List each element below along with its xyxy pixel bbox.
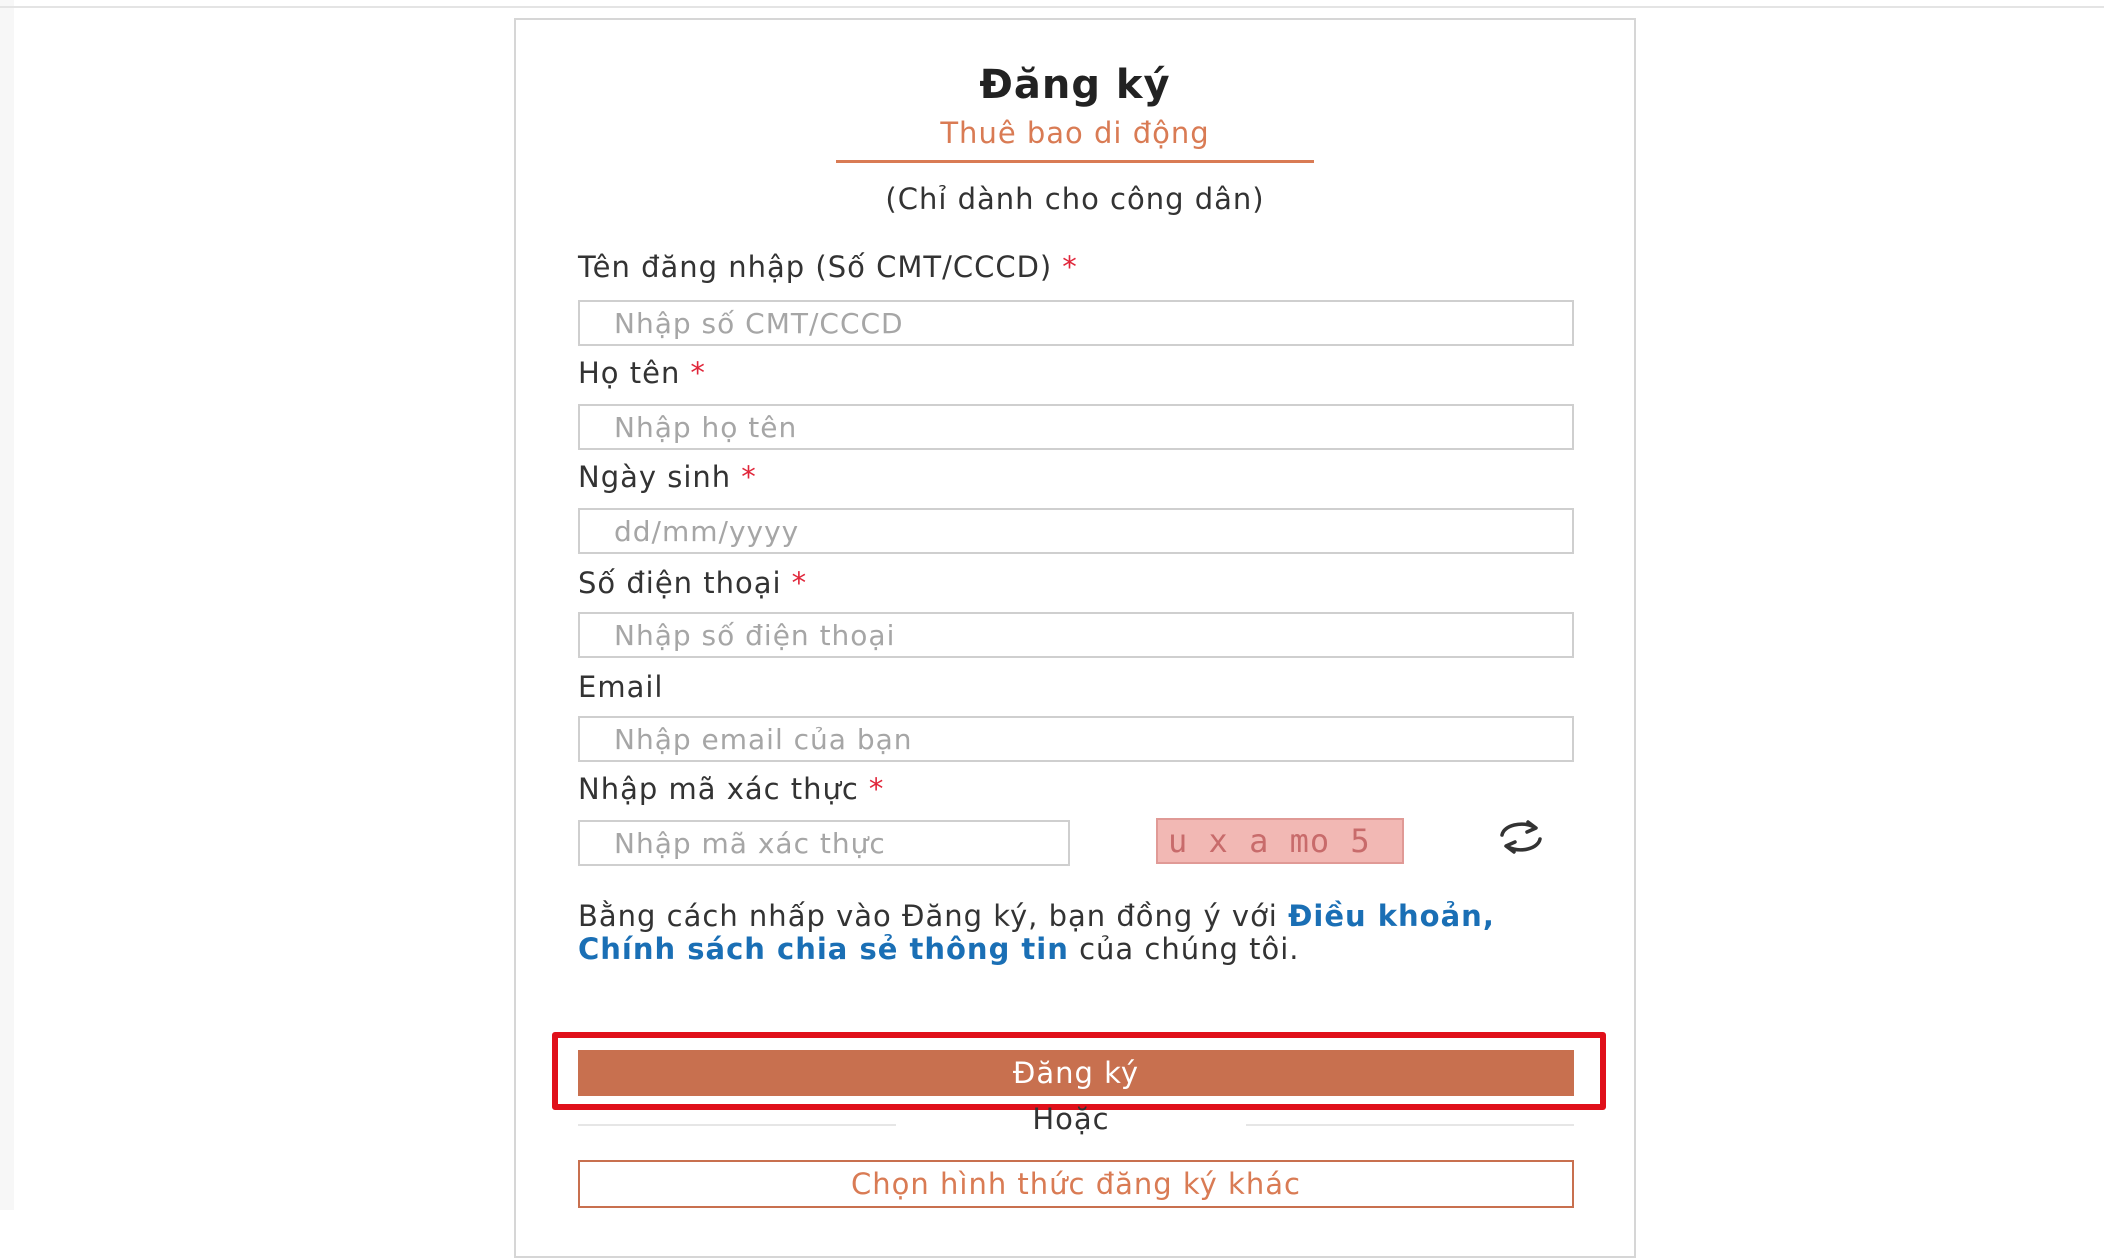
email-label: Email <box>578 670 663 704</box>
required-mark: * <box>741 460 757 494</box>
captcha-label: Nhập mã xác thực * <box>578 772 884 806</box>
username-input[interactable] <box>578 300 1574 346</box>
terms-text: Bằng cách nhấp vào Đăng ký, bạn đồng ý v… <box>578 900 1588 966</box>
page-top-divider <box>0 6 2104 8</box>
captcha-input[interactable] <box>578 820 1070 866</box>
form-title: Đăng ký <box>979 62 1171 108</box>
required-mark: * <box>690 356 706 390</box>
register-button[interactable]: Đăng ký <box>578 1050 1574 1096</box>
or-divider-right <box>1246 1124 1574 1126</box>
required-mark: * <box>1062 250 1078 284</box>
username-label: Tên đăng nhập (Số CMT/CCCD) * <box>578 250 1078 284</box>
phone-label-text: Số điện thoại <box>578 566 782 600</box>
captcha-label-text: Nhập mã xác thực <box>578 772 859 806</box>
fullname-label-text: Họ tên <box>578 356 681 390</box>
fullname-label: Họ tên * <box>578 356 706 390</box>
refresh-icon[interactable] <box>1492 819 1550 855</box>
dob-input[interactable] <box>578 508 1574 554</box>
or-text: Hoặc <box>1032 1102 1110 1136</box>
phone-label: Số điện thoại * <box>578 566 807 600</box>
captcha-image: u x a mo 5 <box>1156 818 1404 864</box>
citizen-only-note: (Chỉ dành cho công dân) <box>885 182 1265 216</box>
required-mark: * <box>791 566 808 600</box>
tab-active-underline <box>836 160 1314 163</box>
fullname-input[interactable] <box>578 404 1574 450</box>
terms-prefix: Bằng cách nhấp vào Đăng ký, bạn đồng ý v… <box>578 899 1289 933</box>
username-label-text: Tên đăng nhập (Số CMT/CCCD) <box>578 250 1053 284</box>
other-register-method-button[interactable]: Chọn hình thức đăng ký khác <box>578 1160 1574 1208</box>
email-input[interactable] <box>578 716 1574 762</box>
email-label-text: Email <box>578 670 664 704</box>
page-left-strip <box>0 0 14 1210</box>
terms-suffix: của chúng tôi. <box>1068 932 1300 966</box>
dob-label: Ngày sinh * <box>578 460 757 494</box>
register-card: Đăng ký Thuê bao di động (Chỉ dành cho c… <box>514 18 1636 1258</box>
tab-mobile-subscriber[interactable]: Thuê bao di động <box>516 116 1634 150</box>
required-mark: * <box>868 772 885 806</box>
phone-input[interactable] <box>578 612 1574 658</box>
or-divider-left <box>578 1124 896 1126</box>
dob-label-text: Ngày sinh <box>578 460 732 494</box>
